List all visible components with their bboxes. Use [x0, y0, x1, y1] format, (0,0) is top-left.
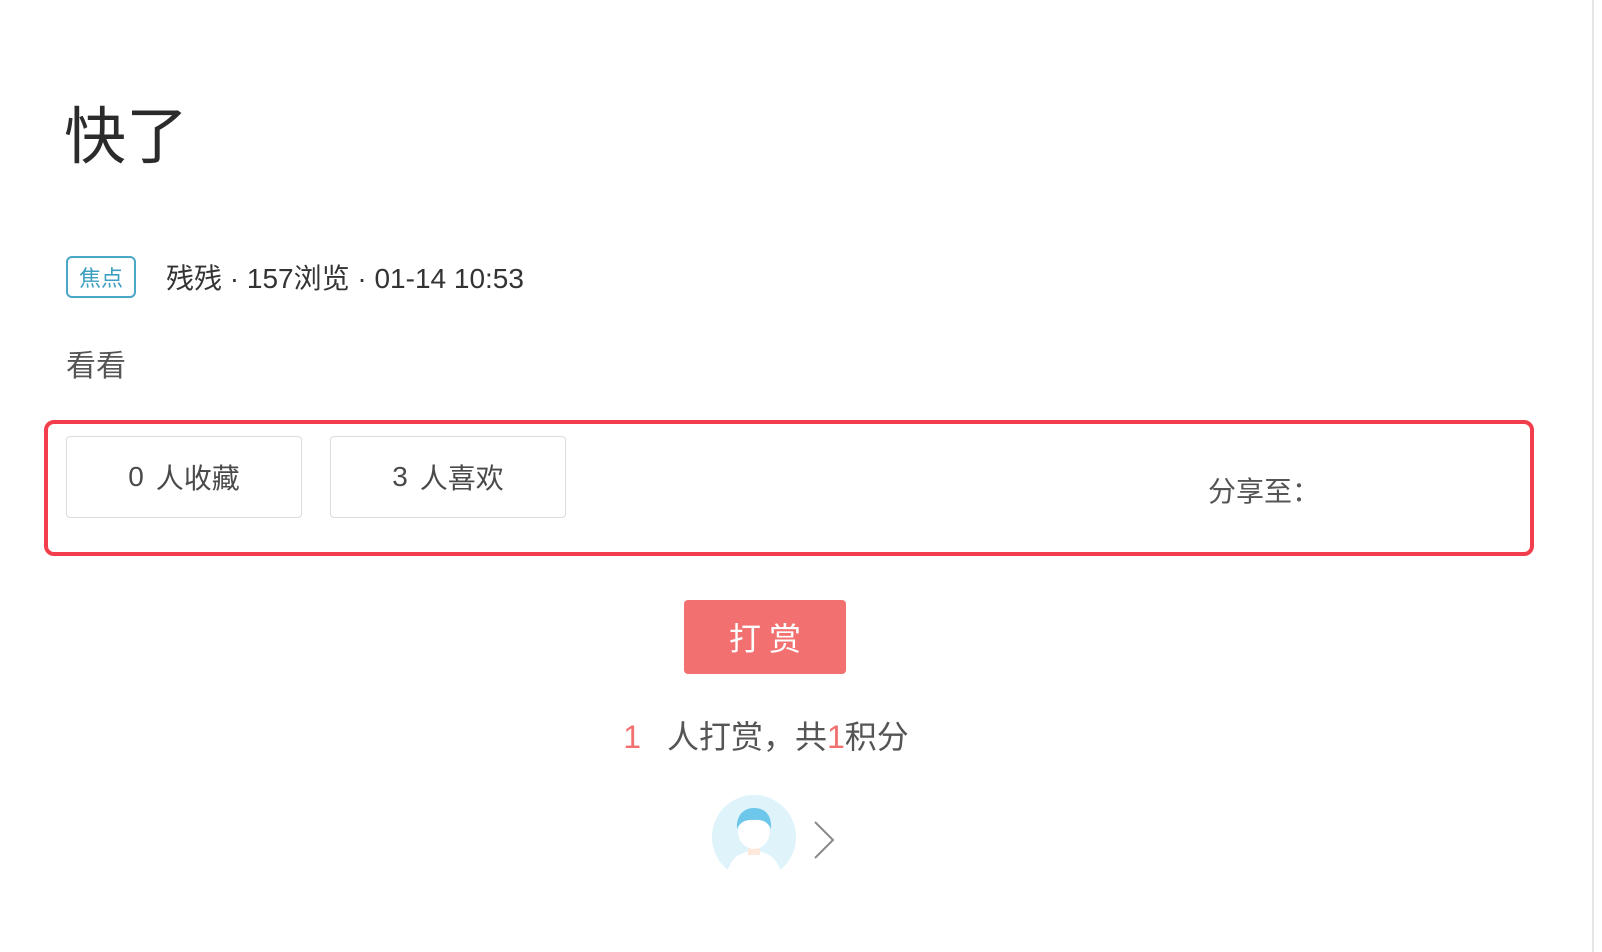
default-user-avatar-icon: [712, 795, 796, 879]
reward-button[interactable]: 打赏: [684, 600, 846, 674]
reward-people-count: 1: [623, 719, 641, 755]
favorite-label: 人收藏: [155, 463, 240, 494]
like-count: 3: [392, 461, 408, 492]
post-meta: 焦点 残残 · 157浏览 · 01-14 10:53: [66, 256, 524, 298]
share-label: 分享至：: [1208, 476, 1321, 507]
reward-points-label: 积分: [844, 719, 909, 755]
rewarder-avatar-icon[interactable]: [712, 795, 796, 879]
post-title: 快了: [64, 103, 189, 172]
reward-points-count: 1: [827, 719, 845, 755]
chevron-right-icon[interactable]: [808, 820, 838, 860]
post-body: 看看: [66, 350, 126, 383]
reward-summary: 1 人打赏，共1积分: [0, 712, 1532, 758]
page-edge-divider: [1592, 0, 1594, 952]
like-button[interactable]: 3 人喜欢: [330, 436, 566, 518]
favorite-button[interactable]: 0 人收藏: [66, 436, 302, 518]
favorite-count: 0: [128, 461, 144, 492]
like-label: 人喜欢: [419, 463, 504, 494]
post-meta-line: 残残 · 157浏览 · 01-14 10:53: [166, 263, 524, 294]
reward-people-label: 人打赏，共: [666, 719, 827, 755]
post-action-panel: 0 人收藏 3 人喜欢 分享至：: [44, 420, 1534, 556]
category-tag[interactable]: 焦点: [66, 256, 136, 298]
